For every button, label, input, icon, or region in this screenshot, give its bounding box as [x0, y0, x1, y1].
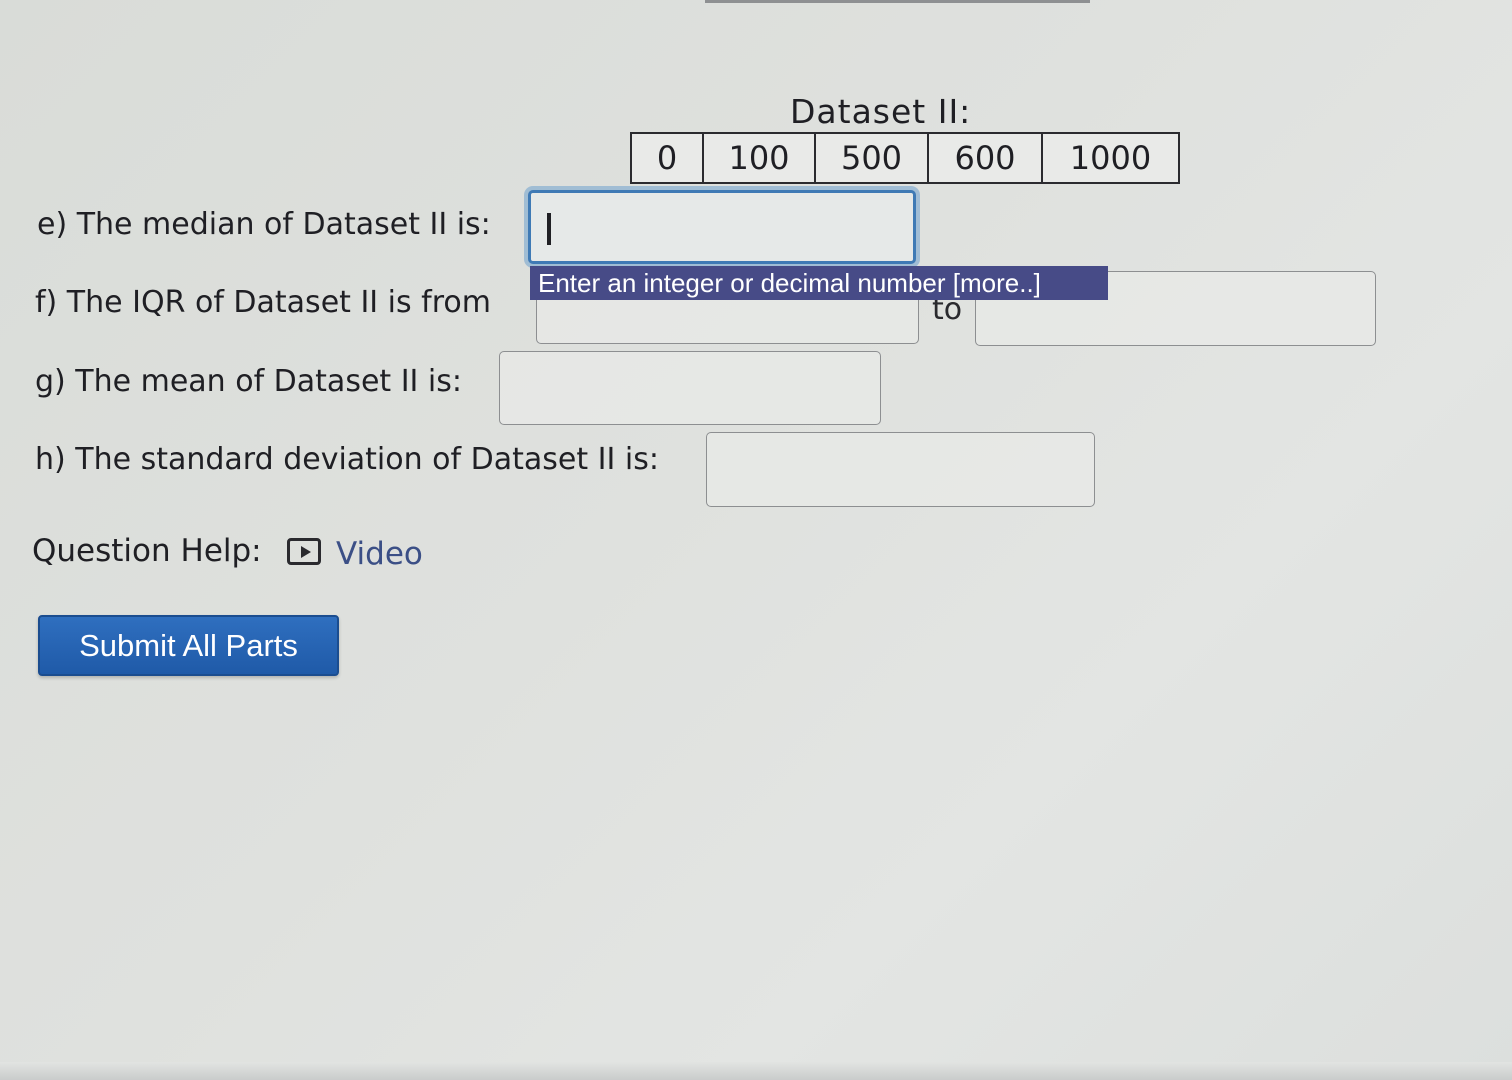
play-video-icon[interactable] — [287, 538, 321, 565]
text-cursor — [547, 213, 551, 245]
mean-answer-input[interactable] — [499, 351, 881, 425]
submit-all-parts-button[interactable]: Submit All Parts — [38, 615, 339, 676]
tooltip-text: Enter an integer or decimal number [more… — [538, 268, 1041, 298]
table-cell: 100 — [702, 132, 816, 184]
median-question-label: e) The median of Dataset II is: — [37, 207, 491, 242]
table-row: 0 100 500 600 1000 — [630, 132, 1180, 184]
table-cell: 500 — [814, 132, 929, 184]
dataset-table: 0 100 500 600 1000 — [630, 132, 1180, 184]
table-cell: 1000 — [1041, 132, 1180, 184]
screen-bottom-edge — [0, 1062, 1512, 1080]
table-cell: 0 — [630, 132, 704, 184]
mean-question-label: g) The mean of Dataset II is: — [35, 364, 463, 399]
previous-table-edge — [705, 0, 1090, 3]
stddev-answer-input[interactable] — [706, 432, 1095, 507]
input-hint-tooltip[interactable]: Enter an integer or decimal number [more… — [530, 266, 1108, 300]
video-help-link[interactable]: Video — [336, 536, 423, 572]
question-help-label: Question Help: — [32, 533, 262, 569]
median-answer-input[interactable] — [528, 190, 916, 264]
stddev-question-label: h) The standard deviation of Dataset II … — [35, 442, 659, 477]
iqr-question-label: f) The IQR of Dataset II is from — [35, 285, 491, 320]
table-cell: 600 — [927, 132, 1043, 184]
dataset-title: Dataset II: — [790, 92, 972, 131]
